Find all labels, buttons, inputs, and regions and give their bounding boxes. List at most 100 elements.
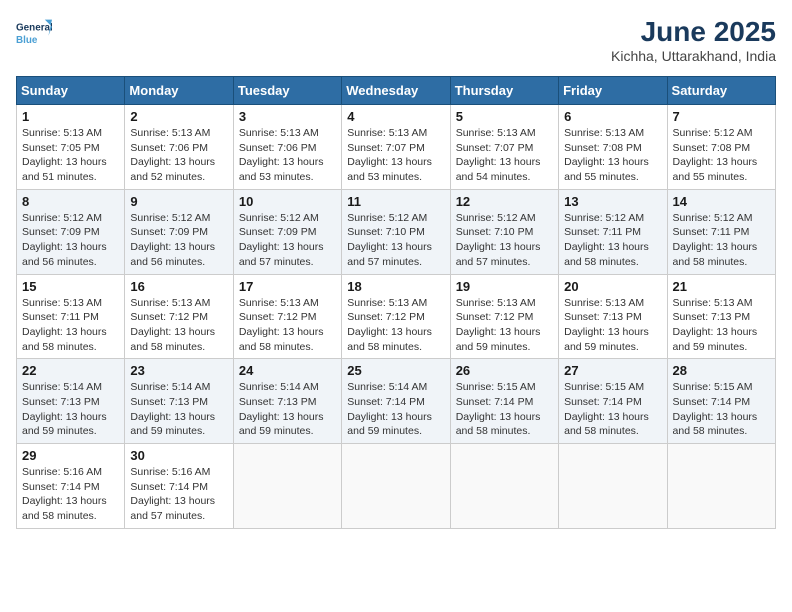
- cell-info: Sunrise: 5:13 AMSunset: 7:08 PMDaylight:…: [564, 126, 661, 185]
- calendar-cell: 23 Sunrise: 5:14 AMSunset: 7:13 PMDayligh…: [125, 359, 233, 444]
- calendar-week-row: 1 Sunrise: 5:13 AMSunset: 7:05 PMDaylight…: [17, 105, 776, 190]
- cell-info: Sunrise: 5:13 AMSunset: 7:07 PMDaylight:…: [456, 126, 553, 185]
- calendar-cell: 13 Sunrise: 5:12 AMSunset: 7:11 PMDayligh…: [559, 189, 667, 274]
- cell-info: Sunrise: 5:12 AMSunset: 7:11 PMDaylight:…: [564, 211, 661, 270]
- cell-day-number: 22: [22, 363, 119, 378]
- cell-day-number: 12: [456, 194, 553, 209]
- cell-day-number: 6: [564, 109, 661, 124]
- cell-info: Sunrise: 5:16 AMSunset: 7:14 PMDaylight:…: [22, 465, 119, 524]
- cell-day-number: 20: [564, 279, 661, 294]
- calendar-cell: 22 Sunrise: 5:14 AMSunset: 7:13 PMDayligh…: [17, 359, 125, 444]
- calendar-cell: 7 Sunrise: 5:12 AMSunset: 7:08 PMDaylight…: [667, 105, 775, 190]
- cell-info: Sunrise: 5:13 AMSunset: 7:05 PMDaylight:…: [22, 126, 119, 185]
- title-block: June 2025 Kichha, Uttarakhand, India: [611, 16, 776, 64]
- calendar-cell: 21 Sunrise: 5:13 AMSunset: 7:13 PMDayligh…: [667, 274, 775, 359]
- cell-day-number: 10: [239, 194, 336, 209]
- cell-info: Sunrise: 5:15 AMSunset: 7:14 PMDaylight:…: [673, 380, 770, 439]
- cell-day-number: 8: [22, 194, 119, 209]
- header: General Blue June 2025 Kichha, Uttarakha…: [16, 16, 776, 64]
- calendar-cell: 6 Sunrise: 5:13 AMSunset: 7:08 PMDaylight…: [559, 105, 667, 190]
- calendar-cell: 3Sunrise: 5:13 AMSunset: 7:06 PMDaylight…: [233, 105, 341, 190]
- cell-day-number: 27: [564, 363, 661, 378]
- cell-info: Sunrise: 5:12 AMSunset: 7:11 PMDaylight:…: [673, 211, 770, 270]
- calendar-cell: 19 Sunrise: 5:13 AMSunset: 7:12 PMDayligh…: [450, 274, 558, 359]
- calendar-cell: 18 Sunrise: 5:13 AMSunset: 7:12 PMDayligh…: [342, 274, 450, 359]
- cell-info: Sunrise: 5:13 AMSunset: 7:11 PMDaylight:…: [22, 296, 119, 355]
- calendar-cell: [342, 444, 450, 529]
- cell-info: Sunrise: 5:13 AMSunset: 7:12 PMDaylight:…: [130, 296, 227, 355]
- cell-day-number: 29: [22, 448, 119, 463]
- cell-day-number: 14: [673, 194, 770, 209]
- cell-day-number: 23: [130, 363, 227, 378]
- cell-day-number: 21: [673, 279, 770, 294]
- cell-info: Sunrise: 5:14 AMSunset: 7:13 PMDaylight:…: [239, 380, 336, 439]
- calendar-cell: 16 Sunrise: 5:13 AMSunset: 7:12 PMDayligh…: [125, 274, 233, 359]
- calendar-week-row: 15 Sunrise: 5:13 AMSunset: 7:11 PMDayligh…: [17, 274, 776, 359]
- cell-info: Sunrise: 5:14 AMSunset: 7:13 PMDaylight:…: [22, 380, 119, 439]
- cell-day-number: 26: [456, 363, 553, 378]
- cell-day-number: 7: [673, 109, 770, 124]
- cell-day-number: 4: [347, 109, 444, 124]
- calendar-cell: 4 Sunrise: 5:13 AMSunset: 7:07 PMDaylight…: [342, 105, 450, 190]
- calendar-cell: 20 Sunrise: 5:13 AMSunset: 7:13 PMDayligh…: [559, 274, 667, 359]
- header-saturday: Saturday: [667, 77, 775, 105]
- cell-day-number: 2: [130, 109, 227, 124]
- logo: General Blue: [16, 16, 52, 52]
- cell-day-number: 28: [673, 363, 770, 378]
- cell-info: Sunrise: 5:13 AMSunset: 7:13 PMDaylight:…: [564, 296, 661, 355]
- calendar-cell: 12 Sunrise: 5:12 AMSunset: 7:10 PMDayligh…: [450, 189, 558, 274]
- subtitle: Kichha, Uttarakhand, India: [611, 48, 776, 64]
- calendar-week-row: 29 Sunrise: 5:16 AMSunset: 7:14 PMDayligh…: [17, 444, 776, 529]
- cell-info: Sunrise: 5:12 AMSunset: 7:09 PMDaylight:…: [22, 211, 119, 270]
- cell-day-number: 5: [456, 109, 553, 124]
- cell-info: Sunrise: 5:14 AMSunset: 7:14 PMDaylight:…: [347, 380, 444, 439]
- calendar-cell: 25 Sunrise: 5:14 AMSunset: 7:14 PMDayligh…: [342, 359, 450, 444]
- cell-info: Sunrise: 5:15 AMSunset: 7:14 PMDaylight:…: [456, 380, 553, 439]
- calendar-cell: 27 Sunrise: 5:15 AMSunset: 7:14 PMDayligh…: [559, 359, 667, 444]
- calendar-cell: [559, 444, 667, 529]
- calendar-cell: 1 Sunrise: 5:13 AMSunset: 7:05 PMDaylight…: [17, 105, 125, 190]
- cell-day-number: 11: [347, 194, 444, 209]
- header-wednesday: Wednesday: [342, 77, 450, 105]
- cell-day-number: 16: [130, 279, 227, 294]
- cell-day-number: 19: [456, 279, 553, 294]
- cell-info: Sunrise: 5:14 AMSunset: 7:13 PMDaylight:…: [130, 380, 227, 439]
- cell-info: Sunrise: 5:12 AMSunset: 7:08 PMDaylight:…: [673, 126, 770, 185]
- calendar-cell: 17 Sunrise: 5:13 AMSunset: 7:12 PMDayligh…: [233, 274, 341, 359]
- cell-info: Sunrise: 5:12 AMSunset: 7:09 PMDaylight:…: [130, 211, 227, 270]
- calendar-cell: [233, 444, 341, 529]
- cell-info: Sunrise: 5:12 AMSunset: 7:10 PMDaylight:…: [456, 211, 553, 270]
- calendar-cell: 9Sunrise: 5:12 AMSunset: 7:09 PMDaylight…: [125, 189, 233, 274]
- cell-info: Sunrise: 5:12 AMSunset: 7:09 PMDaylight:…: [239, 211, 336, 270]
- svg-text:General: General: [16, 22, 52, 33]
- cell-info: Sunrise: 5:13 AMSunset: 7:07 PMDaylight:…: [347, 126, 444, 185]
- cell-day-number: 24: [239, 363, 336, 378]
- calendar-cell: 28 Sunrise: 5:15 AMSunset: 7:14 PMDayligh…: [667, 359, 775, 444]
- calendar-cell: 10 Sunrise: 5:12 AMSunset: 7:09 PMDayligh…: [233, 189, 341, 274]
- cell-info: Sunrise: 5:15 AMSunset: 7:14 PMDaylight:…: [564, 380, 661, 439]
- calendar-table: SundayMondayTuesdayWednesdayThursdayFrid…: [16, 76, 776, 529]
- cell-info: Sunrise: 5:13 AMSunset: 7:06 PMDaylight:…: [239, 126, 336, 185]
- calendar-cell: 30Sunrise: 5:16 AMSunset: 7:14 PMDayligh…: [125, 444, 233, 529]
- cell-day-number: 13: [564, 194, 661, 209]
- cell-day-number: 1: [22, 109, 119, 124]
- cell-day-number: 18: [347, 279, 444, 294]
- header-thursday: Thursday: [450, 77, 558, 105]
- calendar-cell: 24 Sunrise: 5:14 AMSunset: 7:13 PMDayligh…: [233, 359, 341, 444]
- main-title: June 2025: [611, 16, 776, 48]
- cell-day-number: 30: [130, 448, 227, 463]
- calendar-cell: 8 Sunrise: 5:12 AMSunset: 7:09 PMDaylight…: [17, 189, 125, 274]
- cell-day-number: 17: [239, 279, 336, 294]
- cell-info: Sunrise: 5:13 AMSunset: 7:12 PMDaylight:…: [239, 296, 336, 355]
- calendar-cell: 15 Sunrise: 5:13 AMSunset: 7:11 PMDayligh…: [17, 274, 125, 359]
- svg-text:Blue: Blue: [16, 35, 38, 46]
- cell-info: Sunrise: 5:13 AMSunset: 7:13 PMDaylight:…: [673, 296, 770, 355]
- calendar-cell: 14 Sunrise: 5:12 AMSunset: 7:11 PMDayligh…: [667, 189, 775, 274]
- calendar-cell: 2Sunrise: 5:13 AMSunset: 7:06 PMDaylight…: [125, 105, 233, 190]
- cell-info: Sunrise: 5:12 AMSunset: 7:10 PMDaylight:…: [347, 211, 444, 270]
- cell-info: Sunrise: 5:13 AMSunset: 7:12 PMDaylight:…: [347, 296, 444, 355]
- cell-day-number: 25: [347, 363, 444, 378]
- cell-info: Sunrise: 5:13 AMSunset: 7:12 PMDaylight:…: [456, 296, 553, 355]
- cell-day-number: 15: [22, 279, 119, 294]
- calendar-week-row: 8 Sunrise: 5:12 AMSunset: 7:09 PMDaylight…: [17, 189, 776, 274]
